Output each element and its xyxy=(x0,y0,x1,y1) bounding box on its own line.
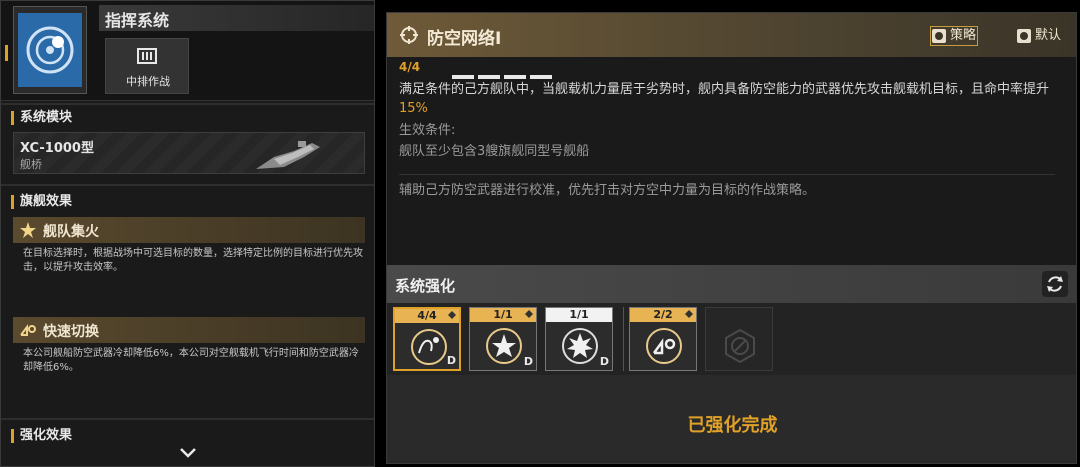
focus-fire-icon xyxy=(486,328,522,364)
slot-d-mark: D xyxy=(523,355,533,368)
focus-fire-icon xyxy=(20,222,36,238)
system-icon-card[interactable] xyxy=(13,6,87,94)
enhance-header: 系统强化 xyxy=(387,265,1076,303)
panel-title: 指挥系统 xyxy=(105,11,170,30)
default-button[interactable]: 默认 xyxy=(1017,27,1061,45)
module-type: 舰桥 xyxy=(20,158,42,171)
flavor-text: 辅助己方防空武器进行校准，优先打击对方空中力量为目标的作战策略。 xyxy=(399,183,816,198)
divider xyxy=(1,418,374,420)
divider xyxy=(1,103,374,105)
ship-bridge-icon xyxy=(256,141,320,169)
locked-icon xyxy=(725,328,755,364)
level-bar xyxy=(530,75,552,79)
effect-description: 在目标选择时，根据战场中可选目标的数量，选择特定比例的目标进行优先攻击，以提升攻… xyxy=(23,248,363,273)
chevron-down-icon[interactable] xyxy=(179,447,197,459)
refresh-button[interactable] xyxy=(1042,271,1068,297)
flagship-section-title: 旗舰效果 xyxy=(11,195,72,209)
tactic-label: 中排作战 xyxy=(126,75,170,88)
tag-icon xyxy=(1017,29,1031,43)
enhance-status-area: 已强化完成 xyxy=(387,375,1076,463)
skill-detail-panel: 防空网络I 策略 默认 4/4 满足条件的己方舰队中，当舰载机力量居于劣势时，舰… xyxy=(386,12,1077,464)
module-section-title: 系统模块 xyxy=(11,111,72,125)
effect-description: 本公司舰船防空武器冷却降低6%，本公司对空舰载机飞行时间和防空武器冷却降低6%。 xyxy=(23,348,359,373)
effect-name: 舰队集火 xyxy=(43,224,99,240)
quick-switch-icon xyxy=(20,324,36,336)
enhance-slot-locked[interactable] xyxy=(705,307,773,371)
condition-value: 舰队至少包含3艘旗舰同型号舰船 xyxy=(399,144,590,159)
upgrade-icon xyxy=(525,310,533,318)
level-bar xyxy=(478,75,500,79)
command-system-panel: 指挥系统 中排作战 系统模块 XC-1000型 舰桥 旗舰效果 舰队集火 在目标… xyxy=(0,0,375,467)
condition-label: 生效条件: xyxy=(399,123,456,138)
skill-title: 防空网络I xyxy=(427,29,502,49)
description-text: 满足条件的己方舰队中，当舰载机力量居于劣势时，舰内具备防空能力的武器优先攻击舰载… xyxy=(399,82,1050,97)
battery-icon xyxy=(137,48,157,64)
enhance-slot-quick-switch[interactable]: 2/2 xyxy=(629,307,697,371)
slot-d-mark: D xyxy=(599,355,609,368)
level-bar xyxy=(504,75,526,79)
radar-icon xyxy=(18,13,82,87)
crosshair-icon xyxy=(400,26,418,44)
effect-bar-fleet-focus: 舰队集火 xyxy=(13,217,365,243)
enhance-slot-burst[interactable]: 1/1 D xyxy=(545,307,613,371)
level-bar xyxy=(452,75,474,79)
slot-d-mark: D xyxy=(446,354,456,367)
default-label: 默认 xyxy=(1035,28,1062,43)
tag-icon xyxy=(932,29,946,43)
divider xyxy=(1,184,374,186)
enhance-complete-label: 已强化完成 xyxy=(687,415,778,436)
enhance-slot-focus-fire[interactable]: 1/1 D xyxy=(469,307,537,371)
enhance-slots: 4/4 D 1/1 D 1/1 D 2/2 xyxy=(387,303,1076,375)
effect-name: 快速切换 xyxy=(43,324,99,340)
effect-bar-quick-switch: 快速切换 xyxy=(13,317,365,343)
quick-switch-icon xyxy=(646,328,682,364)
upgrade-icon xyxy=(685,310,693,318)
refresh-icon xyxy=(1047,276,1063,292)
strategy-button[interactable]: 策略 xyxy=(930,26,978,46)
module-name: XC-1000型 xyxy=(20,141,94,156)
anti-air-icon xyxy=(411,329,447,365)
skill-header: 防空网络I 策略 默认 xyxy=(387,13,1076,57)
divider xyxy=(399,174,1055,175)
command-system-header: 指挥系统 中排作战 xyxy=(1,1,374,101)
description-highlight: 15% xyxy=(399,101,428,116)
burst-icon xyxy=(562,328,598,364)
slot-separator xyxy=(623,307,624,371)
selection-accent xyxy=(5,45,8,61)
skill-description: 满足条件的己方舰队中，当舰载机力量居于劣势时，舰内具备防空能力的武器优先攻击舰载… xyxy=(399,80,1059,118)
enhance-title: 系统强化 xyxy=(395,277,456,295)
slot-count: 1/1 xyxy=(546,308,612,322)
skill-level: 4/4 xyxy=(399,60,421,74)
upgrade-icon xyxy=(448,311,456,319)
enhance-slot-anti-air[interactable]: 4/4 D xyxy=(393,307,461,371)
enhance-section-title: 强化效果 xyxy=(11,429,72,443)
module-card[interactable]: XC-1000型 舰桥 xyxy=(13,132,365,174)
tactic-button[interactable]: 中排作战 xyxy=(105,38,189,94)
